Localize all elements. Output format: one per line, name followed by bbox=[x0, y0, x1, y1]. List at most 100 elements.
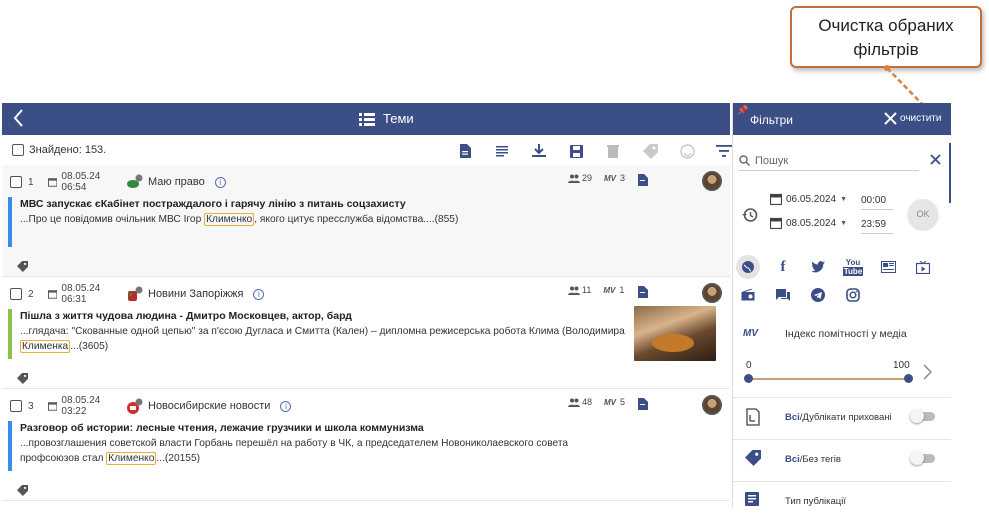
telegram-filter-button[interactable] bbox=[809, 286, 827, 304]
twitter-filter-button[interactable] bbox=[809, 258, 827, 276]
item-tag-button[interactable] bbox=[17, 371, 28, 389]
page-title: Теми bbox=[359, 111, 414, 126]
text-view-button[interactable] bbox=[494, 143, 510, 159]
item-checkbox[interactable] bbox=[10, 176, 22, 188]
time-from-field[interactable]: 00:00 bbox=[861, 195, 893, 210]
info-icon[interactable]: i bbox=[214, 176, 226, 188]
item-checkbox[interactable] bbox=[10, 288, 22, 300]
media-index-slider[interactable] bbox=[748, 378, 908, 380]
chevron-down-icon: ▼ bbox=[840, 195, 847, 203]
expand-chevron-right-icon[interactable] bbox=[923, 364, 933, 385]
date-to-value: 08.05.2024 bbox=[786, 217, 837, 229]
item-title[interactable]: Разговор об истории: лесные чтения, лежа… bbox=[20, 422, 424, 434]
source-name[interactable]: Новосибирские новости bbox=[148, 400, 270, 412]
author-avatar[interactable] bbox=[702, 171, 722, 191]
duplicates-filter-label: Всі/Дублікати приховані bbox=[785, 412, 892, 423]
info-icon[interactable]: i bbox=[280, 400, 292, 412]
mv-value: 1 bbox=[619, 285, 625, 295]
web-filter-button[interactable] bbox=[736, 255, 760, 279]
tag-icon bbox=[17, 261, 28, 272]
news-filter-button[interactable] bbox=[879, 258, 897, 276]
source-name[interactable]: Новини Запоріжжя bbox=[148, 288, 243, 300]
calendar-icon bbox=[770, 217, 782, 229]
info-icon[interactable]: i bbox=[253, 288, 265, 300]
duplicates-toggle[interactable] bbox=[910, 409, 935, 423]
item-number: 3 bbox=[28, 400, 34, 412]
search-clear-button[interactable] bbox=[930, 152, 941, 170]
date-to-picker[interactable]: 08.05.2024 ▼ bbox=[770, 217, 847, 229]
open-document-button[interactable] bbox=[638, 397, 648, 415]
author-avatar[interactable] bbox=[702, 283, 722, 303]
back-button[interactable] bbox=[12, 108, 32, 130]
youtube-icon: You Tube bbox=[842, 258, 864, 276]
slider-handle-min[interactable] bbox=[743, 374, 753, 383]
tag-icon bbox=[17, 373, 28, 384]
open-document-button[interactable] bbox=[638, 285, 648, 303]
instagram-filter-button[interactable] bbox=[844, 286, 862, 304]
topics-panel: Теми Знайдено: 153. 1 08.05.24 06:54 Маю… bbox=[2, 103, 732, 507]
pin-icon[interactable]: 📌 bbox=[737, 105, 748, 116]
found-count: Знайдено: 153. bbox=[12, 144, 106, 156]
snippet-text: ...глядача: "Скованные одной цепью" за п… bbox=[20, 326, 625, 337]
date-ok-button[interactable]: OK bbox=[908, 199, 938, 229]
date-from-picker[interactable]: 06.05.2024 ▼ bbox=[770, 193, 847, 205]
sort-filter-button[interactable] bbox=[716, 143, 732, 159]
filters-panel: 📌 Фільтри очистити Пошук 06.05.2024 ▼ 00… bbox=[732, 103, 951, 507]
sentiment-button[interactable] bbox=[679, 143, 695, 159]
radio-filter-button[interactable] bbox=[739, 286, 757, 304]
item-number: 1 bbox=[28, 176, 34, 188]
source-type-icon bbox=[126, 397, 144, 415]
tags-toggle[interactable] bbox=[910, 451, 935, 465]
item-title[interactable]: Пішла з життя чудова людина - Дмитро Мос… bbox=[20, 310, 352, 322]
document-button[interactable] bbox=[457, 143, 473, 159]
document-icon bbox=[638, 286, 648, 298]
clear-filters-button[interactable]: очистити bbox=[884, 112, 941, 125]
filter-search-input[interactable]: Пошук bbox=[739, 151, 919, 171]
tv-filter-button[interactable] bbox=[914, 258, 932, 276]
item-tag-button[interactable] bbox=[17, 483, 28, 501]
download-button[interactable] bbox=[531, 143, 547, 159]
article-thumbnail[interactable] bbox=[634, 306, 716, 361]
item-title[interactable]: МВС запускає єКабінет постраждалого і га… bbox=[20, 198, 406, 210]
item-checkbox[interactable] bbox=[10, 400, 22, 412]
tag-button[interactable] bbox=[642, 143, 658, 159]
item-tag-button[interactable] bbox=[17, 259, 28, 277]
document-icon bbox=[638, 174, 648, 186]
publication-type-row[interactable]: Тип публікації bbox=[733, 481, 951, 521]
slider-handle-max[interactable] bbox=[903, 374, 913, 383]
keyword-highlight: Клименко bbox=[204, 213, 255, 226]
item-metrics: 11 MV 1 bbox=[568, 285, 624, 295]
list-item[interactable]: 1 08.05.24 06:54 Маю право i 29 MV 3 МВС… bbox=[2, 165, 730, 277]
item-snippet: ...глядача: "Скованные одной цепью" за п… bbox=[20, 324, 630, 354]
slider-max-label: 100 bbox=[893, 360, 910, 371]
callout-line2: фільтрів bbox=[853, 40, 919, 59]
youtube-filter-button[interactable]: You Tube bbox=[842, 258, 864, 276]
forum-filter-button[interactable] bbox=[774, 286, 792, 304]
filters-header: 📌 Фільтри очистити bbox=[733, 103, 951, 135]
save-button[interactable] bbox=[568, 143, 584, 159]
time-to-field[interactable]: 23:59 bbox=[861, 219, 893, 234]
item-date: 08.05.24 06:31 bbox=[48, 283, 124, 305]
tags-filter-label: Всі/Без тегів bbox=[785, 454, 841, 465]
date-from-value: 06.05.2024 bbox=[786, 193, 837, 205]
twitter-icon bbox=[811, 261, 825, 273]
calendar-icon bbox=[48, 290, 58, 299]
found-label: Знайдено: 153. bbox=[29, 144, 107, 156]
open-document-button[interactable] bbox=[638, 173, 648, 191]
item-accent-bar bbox=[8, 309, 12, 359]
snippet-text: ...Про це повідомив очільник МВС Ігор bbox=[20, 214, 205, 225]
list-item[interactable]: 3 08.05.24 03:22 Новосибирские новости i… bbox=[2, 389, 730, 501]
close-icon bbox=[884, 112, 897, 125]
select-all-checkbox[interactable] bbox=[12, 144, 24, 156]
list-item[interactable]: 2 08.05.24 06:31 Новини Запоріжжя i 11 M… bbox=[2, 277, 730, 389]
scrollbar[interactable] bbox=[949, 143, 951, 203]
history-icon[interactable] bbox=[742, 207, 758, 228]
radio-icon bbox=[741, 289, 755, 301]
source-name[interactable]: Маю право bbox=[148, 176, 205, 188]
tag-icon bbox=[642, 143, 658, 159]
clear-filters-label: очистити bbox=[900, 113, 942, 124]
tv-icon bbox=[916, 260, 930, 274]
facebook-filter-button[interactable]: f bbox=[774, 258, 792, 276]
author-avatar[interactable] bbox=[702, 395, 722, 415]
delete-button[interactable] bbox=[605, 143, 621, 159]
